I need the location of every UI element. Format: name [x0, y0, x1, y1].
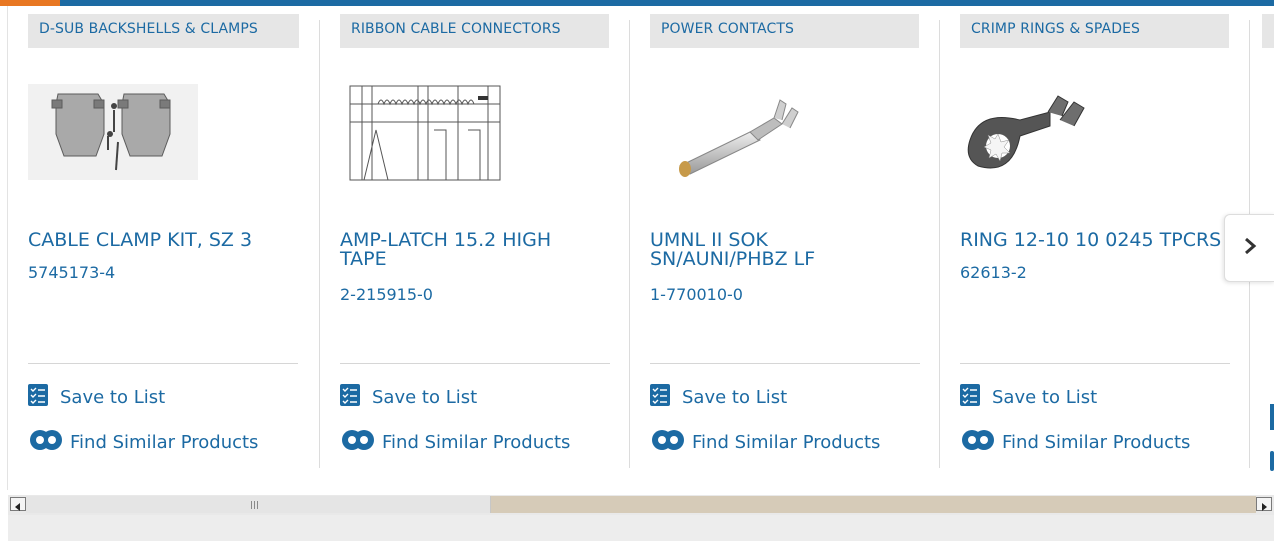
gears-icon — [28, 429, 64, 456]
scrollbar-grip — [251, 501, 261, 509]
gears-icon — [650, 429, 686, 456]
find-similar-button[interactable]: Find Similar Products — [650, 429, 880, 455]
checklist-icon — [960, 383, 980, 411]
product-part-number[interactable]: 62613-2 — [960, 263, 1230, 282]
save-to-list-label: Save to List — [682, 386, 788, 408]
scroll-right-arrow-icon[interactable] — [1256, 497, 1272, 511]
ring-terminal-image — [967, 95, 1085, 169]
save-to-list-button[interactable]: Save to List — [28, 383, 166, 411]
find-similar-button[interactable]: Find Similar Products — [28, 429, 258, 455]
find-similar-button[interactable]: Find Similar Products — [340, 429, 570, 455]
product-title[interactable]: CABLE CLAMP KIT, SZ 3 — [28, 231, 298, 250]
product-title[interactable]: AMP-LATCH 15.2 HIGH TAPE — [340, 231, 590, 269]
gears-icon — [960, 429, 996, 456]
page-footer-area — [8, 515, 1274, 541]
card-divider — [28, 363, 298, 364]
product-title[interactable]: RING 12-10 10 0245 TPCRS — [960, 231, 1235, 250]
checklist-icon — [650, 383, 670, 411]
next-card-category-peek — [1262, 14, 1274, 48]
product-category[interactable]: POWER CONTACTS — [650, 14, 919, 48]
product-category[interactable]: D-SUB BACKSHELLS & CLAMPS — [28, 14, 299, 48]
product-title[interactable]: UMNL II SOK SN/AUNI/PHBZ LF — [650, 231, 900, 269]
card-divider — [960, 363, 1230, 364]
checklist-icon — [340, 383, 360, 411]
product-part-number[interactable]: 2-215915-0 — [340, 285, 610, 304]
product-category[interactable]: RIBBON CABLE CONNECTORS — [340, 14, 609, 48]
product-carousel: D-SUB BACKSHELLS & CLAMPS CABLE CLAMP KI… — [8, 6, 1274, 490]
save-to-list-button[interactable]: Save to List — [340, 383, 478, 411]
next-card-save-icon-peek — [1270, 404, 1274, 430]
save-to-list-label: Save to List — [60, 386, 166, 408]
find-similar-button[interactable]: Find Similar Products — [960, 429, 1190, 455]
product-part-number[interactable]: 1-770010-0 — [650, 285, 920, 304]
product-part-number[interactable]: 5745173-4 — [28, 263, 298, 282]
product-card: D-SUB BACKSHELLS & CLAMPS CABLE CLAMP KI… — [8, 6, 319, 490]
save-to-list-label: Save to List — [992, 386, 1098, 408]
ribbon-connector-drawing — [349, 85, 501, 181]
product-image[interactable] — [28, 70, 218, 200]
next-card-gears-icon-peek — [1270, 451, 1274, 471]
find-similar-label: Find Similar Products — [70, 431, 259, 453]
product-card: POWER CONTACTS UMNL II SOK SN/AUNI/PHBZ … — [630, 6, 941, 490]
scrollbar-thumb[interactable] — [26, 496, 491, 513]
horizontal-scrollbar[interactable] — [8, 495, 1274, 515]
dsub-backshell-image — [28, 84, 198, 180]
power-contact-image — [679, 99, 799, 177]
save-to-list-label: Save to List — [372, 386, 478, 408]
product-category[interactable]: CRIMP RINGS & SPADES — [960, 14, 1229, 48]
gears-icon — [340, 429, 376, 456]
save-to-list-button[interactable]: Save to List — [960, 383, 1098, 411]
save-to-list-button[interactable]: Save to List — [650, 383, 788, 411]
carousel-next-button[interactable] — [1224, 214, 1274, 282]
scrollbar-track[interactable] — [26, 496, 1256, 513]
product-image[interactable] — [670, 70, 860, 200]
chevron-right-icon — [1243, 237, 1257, 259]
card-divider — [340, 363, 610, 364]
product-image[interactable] — [960, 70, 1150, 200]
product-card: RIBBON CABLE CONNECTORS AMP-LATCH 15.2 H… — [320, 6, 631, 490]
scroll-left-arrow-icon[interactable] — [10, 497, 26, 511]
product-image[interactable] — [348, 70, 538, 200]
find-similar-label: Find Similar Products — [1002, 431, 1191, 453]
product-card: CRIMP RINGS & SPADES RING 12-10 10 0245 … — [940, 6, 1251, 490]
card-divider — [650, 363, 920, 364]
checklist-icon — [28, 383, 48, 411]
find-similar-label: Find Similar Products — [692, 431, 881, 453]
find-similar-label: Find Similar Products — [382, 431, 571, 453]
